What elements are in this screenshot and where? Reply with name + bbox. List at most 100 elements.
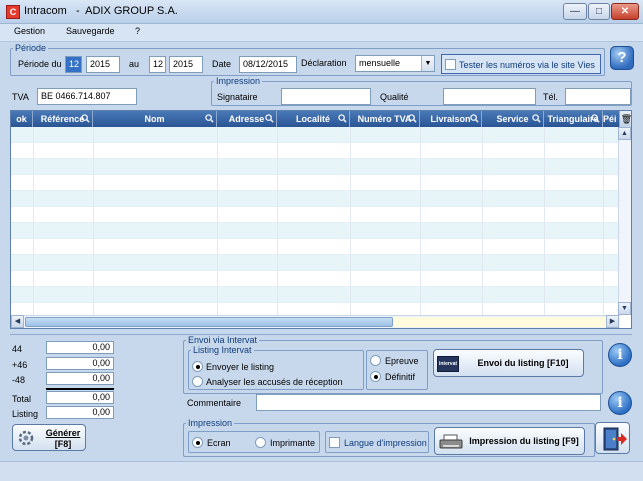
imprimante-radio[interactable] bbox=[255, 437, 266, 448]
envoyer-radio[interactable] bbox=[192, 361, 203, 372]
col-adresse[interactable]: Adresse bbox=[217, 111, 277, 127]
col-reference[interactable]: Référence bbox=[33, 111, 93, 127]
search-icon[interactable] bbox=[81, 114, 90, 123]
total-46-label: +46 bbox=[12, 360, 28, 370]
epreuve-radio[interactable] bbox=[370, 355, 381, 366]
col-triangulaire[interactable]: Triangulaire bbox=[544, 111, 603, 127]
impression-bottom-label: Impression bbox=[186, 418, 235, 428]
exit-door-icon bbox=[603, 427, 627, 451]
langue-label: Langue d'impression bbox=[344, 438, 427, 448]
col-service[interactable]: Service bbox=[482, 111, 544, 127]
table-row[interactable] bbox=[11, 191, 620, 207]
menu-sauvegarde[interactable]: Sauvegarde bbox=[66, 26, 115, 36]
tel-input[interactable] bbox=[565, 88, 631, 105]
commentaire-input[interactable] bbox=[256, 394, 601, 411]
table-row[interactable] bbox=[11, 271, 620, 287]
search-icon[interactable] bbox=[470, 114, 479, 123]
table-row[interactable] bbox=[11, 287, 620, 303]
analyser-radio[interactable] bbox=[192, 376, 203, 387]
listing-value: 0,00 bbox=[46, 406, 114, 419]
envoi-listing-button[interactable]: intervat Envoi du listing [F10] bbox=[433, 349, 584, 377]
title-bar: C Intracom - ADIX GROUP S.A. — □ ✕ bbox=[0, 0, 643, 24]
tester-vies-checkbox[interactable] bbox=[445, 59, 456, 70]
langue-checkbox[interactable] bbox=[329, 437, 340, 448]
col-periode[interactable]: Péi bbox=[603, 111, 620, 127]
from-month-input[interactable]: 12 bbox=[65, 56, 82, 73]
definitif-radio[interactable] bbox=[370, 371, 381, 382]
chevron-down-icon[interactable]: ▼ bbox=[421, 56, 434, 71]
grid-col-divider bbox=[33, 127, 34, 315]
col-localite[interactable]: Localité bbox=[277, 111, 350, 127]
minimize-button[interactable]: — bbox=[563, 3, 587, 20]
table-row[interactable] bbox=[11, 127, 620, 143]
exit-button[interactable] bbox=[595, 422, 630, 454]
divider bbox=[10, 334, 632, 335]
listing-grid[interactable]: ok Référence Nom Adresse Localité Numéro… bbox=[10, 110, 632, 329]
declaration-select[interactable]: mensuelle ▼ bbox=[355, 55, 435, 72]
intervat-group-label: Envoi via Intervat bbox=[186, 335, 260, 345]
col-livraison[interactable]: Livraison bbox=[420, 111, 482, 127]
table-row[interactable] bbox=[11, 223, 620, 239]
scroll-down-icon[interactable]: ▼ bbox=[618, 302, 631, 315]
table-row[interactable] bbox=[11, 255, 620, 271]
ecran-radio[interactable] bbox=[192, 437, 203, 448]
total-44-value: 0,00 bbox=[46, 341, 114, 354]
scroll-up-icon[interactable]: ▲ bbox=[618, 127, 631, 140]
printer-icon bbox=[439, 434, 463, 449]
search-icon[interactable] bbox=[338, 114, 347, 123]
info-icon[interactable]: i bbox=[608, 343, 632, 367]
analyser-label: Analyser les accusés de réception bbox=[206, 377, 343, 387]
definitif-label: Définitif bbox=[385, 372, 416, 382]
vertical-scrollbar[interactable]: ▲ ▼ bbox=[618, 127, 631, 315]
trash-icon[interactable]: 🗑 bbox=[620, 111, 631, 127]
tva-label: TVA bbox=[12, 92, 29, 102]
col-numero-tva[interactable]: Numéro TVA bbox=[350, 111, 420, 127]
menu-gestion[interactable]: Gestion bbox=[14, 26, 45, 36]
close-button[interactable]: ✕ bbox=[611, 3, 639, 20]
signataire-input[interactable] bbox=[281, 88, 371, 105]
to-month-input[interactable]: 12 bbox=[149, 56, 166, 73]
grid-col-divider bbox=[420, 127, 421, 315]
table-row[interactable] bbox=[11, 239, 620, 255]
search-icon[interactable] bbox=[265, 114, 274, 123]
envoi-listing-label: Envoi du listing [F10] bbox=[477, 358, 569, 368]
grid-header: ok Référence Nom Adresse Localité Numéro… bbox=[11, 111, 620, 127]
tva-input[interactable]: BE 0466.714.807 bbox=[37, 88, 137, 105]
search-icon[interactable] bbox=[591, 114, 600, 123]
grid-col-divider bbox=[277, 127, 278, 315]
search-icon[interactable] bbox=[532, 114, 541, 123]
total-value: 0,00 bbox=[46, 391, 114, 404]
table-row[interactable] bbox=[11, 159, 620, 175]
periode-group-label: Période bbox=[13, 43, 49, 53]
scroll-left-icon[interactable]: ◀ bbox=[11, 315, 24, 328]
impression-top-label: Impression bbox=[214, 76, 263, 86]
tester-vies-option[interactable]: Tester les numéros via le site Vies bbox=[441, 54, 601, 74]
to-year-input[interactable]: 2015 bbox=[169, 56, 203, 73]
horizontal-scrollbar[interactable]: ◀ ▶ bbox=[11, 315, 620, 328]
table-row[interactable] bbox=[11, 207, 620, 223]
generer-shortcut: [F8] bbox=[54, 439, 72, 449]
table-row[interactable] bbox=[11, 175, 620, 191]
col-nom[interactable]: Nom bbox=[93, 111, 217, 127]
total-46-value: 0,00 bbox=[46, 357, 114, 370]
search-icon[interactable] bbox=[408, 114, 417, 123]
maximize-button[interactable]: □ bbox=[588, 3, 610, 20]
help-icon[interactable]: ? bbox=[610, 46, 634, 70]
search-icon[interactable] bbox=[205, 114, 214, 123]
date-input[interactable]: 08/12/2015 bbox=[239, 56, 297, 73]
generer-button[interactable]: Générer [F8] bbox=[12, 424, 86, 451]
horizontal-scroll-thumb[interactable] bbox=[25, 317, 393, 327]
ecran-label: Ecran bbox=[207, 438, 231, 448]
qualite-input[interactable] bbox=[443, 88, 536, 105]
signataire-label: Signataire bbox=[217, 92, 258, 102]
scroll-right-icon[interactable]: ▶ bbox=[606, 315, 619, 328]
grid-col-divider bbox=[482, 127, 483, 315]
listing-intervat-label: Listing Intervat bbox=[191, 345, 254, 355]
table-row[interactable] bbox=[11, 143, 620, 159]
col-ok[interactable]: ok bbox=[11, 111, 33, 127]
impression-listing-button[interactable]: Impression du listing [F9] bbox=[434, 427, 585, 455]
tel-label: Tél. bbox=[543, 92, 559, 102]
from-year-input[interactable]: 2015 bbox=[86, 56, 120, 73]
menu-help[interactable]: ? bbox=[135, 26, 140, 36]
info-icon[interactable]: i bbox=[608, 391, 632, 415]
